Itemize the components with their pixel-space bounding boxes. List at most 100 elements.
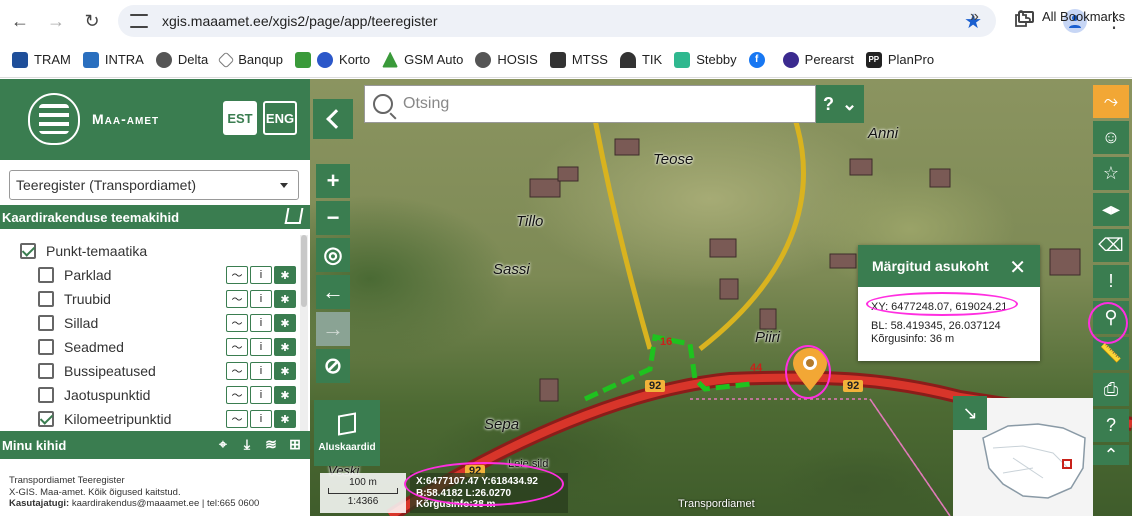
bookmark-perearst[interactable]: Perearst bbox=[782, 51, 854, 68]
close-icon[interactable]: ✕ bbox=[1009, 255, 1026, 280]
checkbox[interactable] bbox=[38, 363, 54, 379]
layers-stack-icon[interactable] bbox=[284, 208, 304, 224]
chart-icon[interactable]: 〜 bbox=[226, 266, 248, 284]
gear-icon[interactable]: ✱ bbox=[274, 266, 296, 284]
info-icon[interactable]: i bbox=[250, 314, 272, 332]
language-est-button[interactable]: EST bbox=[223, 101, 257, 135]
checkbox[interactable] bbox=[38, 387, 54, 403]
bookmark-intra[interactable]: INTRA bbox=[82, 51, 144, 68]
map-attribution: Transpordiamet bbox=[678, 498, 755, 510]
info-icon[interactable]: i bbox=[250, 362, 272, 380]
collapse-sidebar-button[interactable] bbox=[313, 99, 353, 139]
crosshair-icon[interactable]: ⌖ bbox=[214, 435, 232, 453]
gear-icon[interactable]: ✱ bbox=[274, 362, 296, 380]
checkbox[interactable] bbox=[38, 411, 54, 427]
back-icon[interactable]: ← bbox=[4, 5, 36, 37]
gear-icon[interactable]: ✱ bbox=[274, 410, 296, 428]
checkbox[interactable] bbox=[38, 291, 54, 307]
chart-icon[interactable]: 〜 bbox=[226, 290, 248, 308]
layer-item-bussipeatused[interactable]: Bussipeatused 〜 i ✱ bbox=[0, 359, 300, 383]
layer-item-jaotuspunktid[interactable]: Jaotuspunktid 〜 i ✱ bbox=[0, 383, 300, 407]
favorite-star-icon[interactable]: ☆ bbox=[1093, 157, 1129, 190]
search-help-button[interactable]: ? ⌄ bbox=[816, 85, 864, 123]
add-layer-icon[interactable]: ⊞ bbox=[286, 435, 304, 453]
bookmark-korto[interactable]: Korto bbox=[295, 51, 370, 68]
gear-icon[interactable]: ✱ bbox=[274, 290, 296, 308]
bookmark-tram[interactable]: TRAM bbox=[12, 51, 71, 68]
bookmark-gsm-auto[interactable]: GSM Auto bbox=[382, 51, 463, 68]
layer-item-seadmed[interactable]: Seadmed 〜 i ✱ bbox=[0, 335, 300, 359]
site-settings-icon[interactable] bbox=[130, 14, 148, 28]
back-arrow-icon[interactable]: ← bbox=[316, 275, 350, 309]
feedback-icon[interactable]: ! bbox=[1093, 265, 1129, 298]
info-icon[interactable]: i bbox=[250, 290, 272, 308]
chart-icon[interactable]: 〜 bbox=[226, 386, 248, 404]
chevron-left-icon bbox=[326, 109, 346, 129]
user-icon[interactable]: ☺ bbox=[1093, 121, 1129, 154]
reload-icon[interactable]: ↻ bbox=[76, 5, 108, 37]
compare-swipe-icon[interactable]: ◂▸ bbox=[1093, 193, 1129, 226]
route-icon[interactable]: ⤳ bbox=[1093, 85, 1129, 118]
zoom-out-button[interactable]: − bbox=[316, 201, 350, 235]
scrollbar-thumb[interactable] bbox=[301, 235, 307, 307]
layer-item-sillad[interactable]: Sillad 〜 i ✱ bbox=[0, 311, 300, 335]
bookmark-banqup[interactable]: Banqup bbox=[217, 51, 283, 68]
layer-item-kilomeetripunktid[interactable]: Kilomeetripunktid 〜 i ✱ bbox=[0, 407, 300, 431]
info-icon[interactable]: i bbox=[250, 386, 272, 404]
layer-group-punkt-temaatika[interactable]: Punkt-temaatika bbox=[0, 239, 300, 263]
download-icon[interactable]: ⤓ bbox=[238, 435, 256, 453]
layer-item-truubid[interactable]: Truubid 〜 i ✱ bbox=[0, 287, 300, 311]
basemap-button[interactable]: Aluskaardid bbox=[314, 400, 380, 466]
chart-icon[interactable]: 〜 bbox=[226, 410, 248, 428]
gear-icon[interactable]: ✱ bbox=[274, 338, 296, 356]
search-bar[interactable] bbox=[364, 85, 816, 123]
bookmark-mtss[interactable]: MTSS bbox=[549, 51, 608, 68]
forward-arrow-icon[interactable]: → bbox=[316, 312, 350, 346]
forward-icon[interactable]: → bbox=[40, 5, 72, 37]
compass-icon[interactable]: ⊘ bbox=[316, 349, 350, 383]
url-text[interactable]: xgis.maaamet.ee/xgis2/page/app/teeregist… bbox=[162, 13, 438, 29]
chevron-up-icon[interactable]: ⌃ bbox=[1093, 445, 1129, 465]
eraser-icon[interactable]: ⌫ bbox=[1093, 229, 1129, 262]
layer-item-parklad[interactable]: Parklad 〜 i ✱ bbox=[0, 263, 300, 287]
chart-icon[interactable]: 〜 bbox=[226, 338, 248, 356]
print-icon[interactable]: ⎙ bbox=[1093, 373, 1129, 406]
annotation-circle-cursor-coords bbox=[404, 462, 564, 506]
checkbox[interactable] bbox=[38, 267, 54, 283]
locate-icon[interactable]: ◎ bbox=[316, 238, 350, 272]
checkbox[interactable] bbox=[20, 243, 36, 259]
bookmark-facebook[interactable]: f bbox=[748, 51, 771, 68]
checkbox[interactable] bbox=[38, 339, 54, 355]
search-input[interactable] bbox=[403, 95, 803, 113]
annotation-circle-pin bbox=[785, 345, 831, 399]
seo-icon bbox=[295, 51, 312, 68]
road-number-badge: 44 bbox=[750, 362, 763, 374]
bookmark-stebby[interactable]: Stebby bbox=[674, 51, 737, 68]
layers-check-icon[interactable]: ≋ bbox=[262, 435, 280, 453]
intra-icon bbox=[82, 51, 99, 68]
info-icon[interactable]: i bbox=[250, 338, 272, 356]
bookmark-delta[interactable]: Delta bbox=[155, 51, 208, 68]
checkbox[interactable] bbox=[38, 315, 54, 331]
gear-icon[interactable]: ✱ bbox=[274, 314, 296, 332]
layer-list-scrollbar[interactable] bbox=[300, 235, 308, 435]
app-select[interactable]: Teeregister (Transpordiamet) bbox=[9, 170, 299, 200]
chart-icon[interactable]: 〜 bbox=[226, 362, 248, 380]
info-icon[interactable]: i bbox=[250, 266, 272, 284]
chart-icon[interactable]: 〜 bbox=[226, 314, 248, 332]
annotation-circle-popup-xy bbox=[866, 292, 1018, 316]
more-bookmarks-icon[interactable]: » bbox=[970, 8, 979, 26]
address-bar[interactable]: xgis.maaamet.ee/xgis2/page/app/teeregist… bbox=[118, 5, 996, 37]
overview-toggle-button[interactable]: ↘ bbox=[953, 396, 987, 430]
bookmark-hosis[interactable]: HOSIS bbox=[475, 51, 538, 68]
all-bookmarks-button[interactable]: All Bookmarks bbox=[1018, 9, 1125, 24]
info-icon[interactable]: i bbox=[250, 410, 272, 428]
help-icon[interactable]: ? bbox=[1093, 409, 1129, 442]
sidebar-header: Maa-amet EST ENG bbox=[0, 79, 310, 160]
sidebar: Maa-amet EST ENG Teeregister (Transpordi… bbox=[0, 79, 310, 516]
zoom-in-button[interactable]: + bbox=[316, 164, 350, 198]
bookmark-planpro[interactable]: PP PlanPro bbox=[865, 51, 934, 68]
language-eng-button[interactable]: ENG bbox=[263, 101, 297, 135]
bookmark-tik[interactable]: TIK bbox=[619, 51, 662, 68]
gear-icon[interactable]: ✱ bbox=[274, 386, 296, 404]
